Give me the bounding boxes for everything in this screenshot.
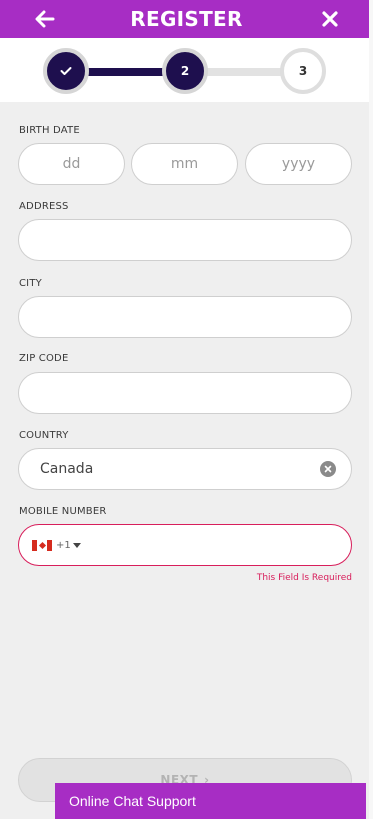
birth-day-placeholder: dd: [62, 156, 81, 172]
close-icon: [322, 11, 338, 27]
chat-label: Online Chat Support: [69, 793, 196, 809]
birth-year-placeholder: yyyy: [281, 156, 316, 172]
country-label: COUNTRY: [19, 430, 69, 441]
city-label: CITY: [19, 278, 42, 289]
dial-code[interactable]: +1: [56, 540, 71, 551]
city-field[interactable]: [18, 296, 352, 338]
clear-x-icon: [324, 465, 332, 473]
birth-year-field[interactable]: yyyy: [245, 143, 352, 185]
address-field[interactable]: [18, 219, 352, 261]
mobile-number-field[interactable]: +1: [18, 524, 352, 566]
country-select[interactable]: Canada: [18, 448, 352, 490]
address-label: ADDRESS: [19, 201, 69, 212]
check-icon: [60, 67, 72, 75]
birth-day-field[interactable]: dd: [18, 143, 125, 185]
birth-date-label: BIRTH DATE: [19, 125, 80, 136]
country-value: Canada: [40, 461, 94, 477]
close-button[interactable]: [313, 2, 347, 36]
scrollbar-track: [369, 0, 373, 819]
mobile-number-label: MOBILE NUMBER: [19, 506, 107, 517]
arrow-left-icon: [35, 10, 55, 28]
online-chat-support-button[interactable]: Online Chat Support: [55, 783, 366, 819]
step-2: 2: [162, 48, 208, 94]
clear-circle-icon[interactable]: [320, 461, 336, 477]
birth-month-placeholder: mm: [170, 156, 199, 172]
app-header: REGISTER: [0, 0, 373, 38]
chevron-down-icon[interactable]: [72, 542, 81, 548]
page-title: REGISTER: [130, 7, 243, 31]
zip-code-label: ZIP CODE: [19, 353, 69, 364]
birth-month-field[interactable]: mm: [131, 143, 238, 185]
step-3: 3: [280, 48, 326, 94]
step-1: [43, 48, 89, 94]
progress-stepper: 2 3: [0, 38, 373, 102]
mobile-number-error: This Field Is Required: [256, 573, 352, 583]
canada-flag-icon[interactable]: [32, 539, 52, 551]
zip-code-field[interactable]: [18, 372, 352, 414]
back-button[interactable]: [28, 2, 62, 36]
